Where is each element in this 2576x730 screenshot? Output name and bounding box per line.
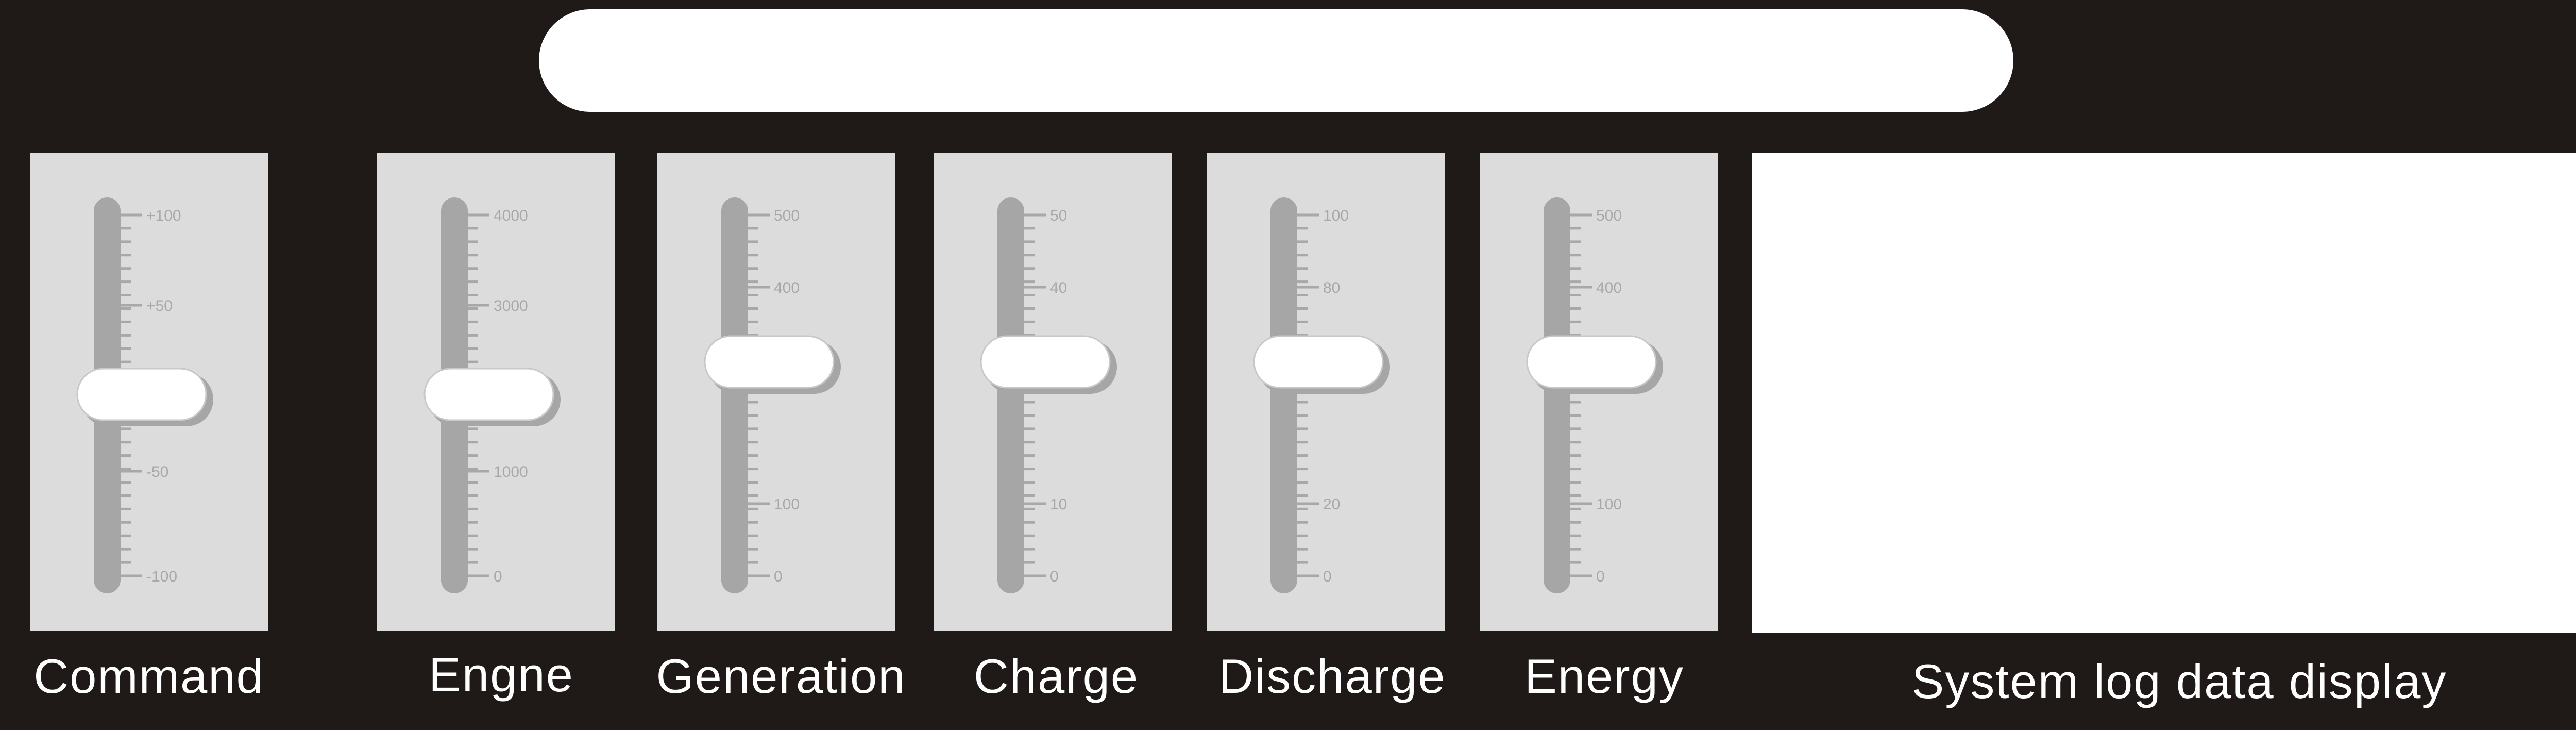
discharge-slider-panel: 1008060200 xyxy=(1207,153,1445,631)
tick-label: 20 xyxy=(1323,496,1340,513)
system-log-label: System log data display xyxy=(1911,654,2447,708)
slider-thumb[interactable] xyxy=(1526,335,1657,389)
command-label: Command xyxy=(33,649,264,703)
tick-label: 10 xyxy=(1050,496,1067,513)
tick-label: 100 xyxy=(1596,496,1622,513)
tick-label: 50 xyxy=(1050,207,1067,224)
slider-thumb[interactable] xyxy=(704,335,835,389)
slider-track xyxy=(721,197,748,593)
charge-label: Charge xyxy=(973,649,1139,703)
title-bar xyxy=(539,9,2013,112)
energy-slider[interactable]: 5004003001000 xyxy=(1480,153,1718,631)
energy-label: Energy xyxy=(1524,649,1684,703)
tick-label: +50 xyxy=(146,297,173,314)
tick-label: 80 xyxy=(1323,279,1340,296)
tick-label: 0 xyxy=(1323,568,1332,585)
slider-track xyxy=(1544,197,1570,593)
tick-label: 3000 xyxy=(494,297,528,314)
engine-slider[interactable]: 4000 3000 1000 0 xyxy=(377,153,615,631)
command-slider[interactable]: +100 +50 -50 -100 xyxy=(30,153,268,631)
slider-thumb[interactable] xyxy=(980,335,1111,389)
tick-label: 400 xyxy=(1596,279,1622,296)
tick-label: 0 xyxy=(494,568,502,585)
tick-label: -50 xyxy=(146,463,168,480)
tick-label: 100 xyxy=(774,496,800,513)
generation-label: Generation xyxy=(656,649,906,703)
slider-track xyxy=(1270,197,1297,593)
command-slider-panel: +100 +50 -50 -100 xyxy=(30,153,268,631)
engine-slider-panel: 4000 3000 1000 0 xyxy=(377,153,615,631)
energy-slider-panel: 5004003001000 xyxy=(1480,153,1718,631)
charge-slider[interactable]: 504030100 xyxy=(934,153,1172,631)
tick-label: 1000 xyxy=(494,463,528,480)
generation-slider[interactable]: 5004003001000 xyxy=(657,153,895,631)
tick-label: 400 xyxy=(774,279,800,296)
tick-label: 500 xyxy=(774,207,800,224)
slider-thumb[interactable] xyxy=(76,368,207,421)
generation-slider-panel: 5004003001000 xyxy=(657,153,895,631)
tick-label: 500 xyxy=(1596,207,1622,224)
tick-label: 40 xyxy=(1050,279,1067,296)
slider-track xyxy=(997,197,1024,593)
tick-label: +100 xyxy=(146,207,181,224)
tick-label: 0 xyxy=(1596,568,1605,585)
slider-thumb[interactable] xyxy=(1253,335,1384,389)
slider-thumb[interactable] xyxy=(423,368,554,421)
engine-label: Engne xyxy=(429,648,574,702)
discharge-slider[interactable]: 1008060200 xyxy=(1207,153,1445,631)
tick-label: 0 xyxy=(774,568,783,585)
system-log-display[interactable] xyxy=(1752,153,2576,633)
tick-label: -100 xyxy=(146,568,177,585)
tick-label: 0 xyxy=(1050,568,1059,585)
discharge-label: Discharge xyxy=(1218,649,1446,703)
tick-label: 4000 xyxy=(494,207,528,224)
charge-slider-panel: 504030100 xyxy=(934,153,1172,631)
tick-label: 100 xyxy=(1323,207,1349,224)
